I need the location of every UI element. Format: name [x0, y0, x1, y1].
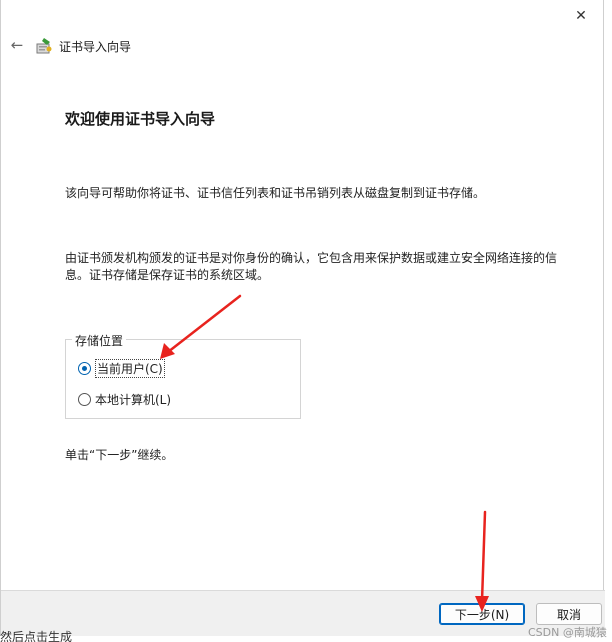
certificate-wizard-icon [36, 38, 52, 54]
radio-label-local-machine[interactable]: 本地计算机(L) [95, 391, 171, 408]
wizard-title: 证书导入向导 [59, 40, 132, 54]
radio-button-checked[interactable] [78, 362, 91, 375]
close-button[interactable]: ✕ [569, 4, 593, 28]
certificate-explanation-text: 由证书颁发机构颁发的证书是对你身份的确认，它包含用来保护数据或建立安全网络连接的… [65, 251, 558, 282]
radio-current-user[interactable]: 当前用户(C) [78, 359, 165, 378]
back-button[interactable]: ← [7, 34, 27, 56]
continue-instruction: 单击“下一步”继续。 [65, 448, 174, 462]
back-arrow-icon[interactable]: ← [11, 36, 24, 54]
next-button[interactable]: 下一步(N) [439, 603, 525, 625]
close-icon[interactable]: ✕ [575, 8, 587, 24]
wizard-footer: 下一步(N) 取消 [1, 590, 605, 636]
radio-label-current-user[interactable]: 当前用户(C) [95, 359, 165, 378]
certificate-import-wizard-window: ✕ ← 证书导入向导 欢迎使用证书导入向导 该向导可帮助你将证书、证书信任列表和… [0, 0, 605, 636]
watermark-text: CSDN @南城猿 [528, 626, 607, 639]
description-text: 该向导可帮助你将证书、证书信任列表和证书吊销列表从磁盘复制到证书存储。 [65, 186, 486, 200]
page-title: 欢迎使用证书导入向导 [65, 110, 216, 128]
store-location-group: 存储位置 当前用户(C) 本地计算机(L) [65, 332, 301, 419]
cancel-button[interactable]: 取消 [536, 603, 602, 625]
store-location-legend: 存储位置 [72, 332, 127, 349]
background-caption-text: 然后点击生成 [0, 630, 73, 642]
wizard-header: ← 证书导入向导 [1, 30, 603, 62]
radio-button-unchecked[interactable] [78, 393, 91, 406]
radio-local-machine[interactable]: 本地计算机(L) [78, 391, 171, 408]
